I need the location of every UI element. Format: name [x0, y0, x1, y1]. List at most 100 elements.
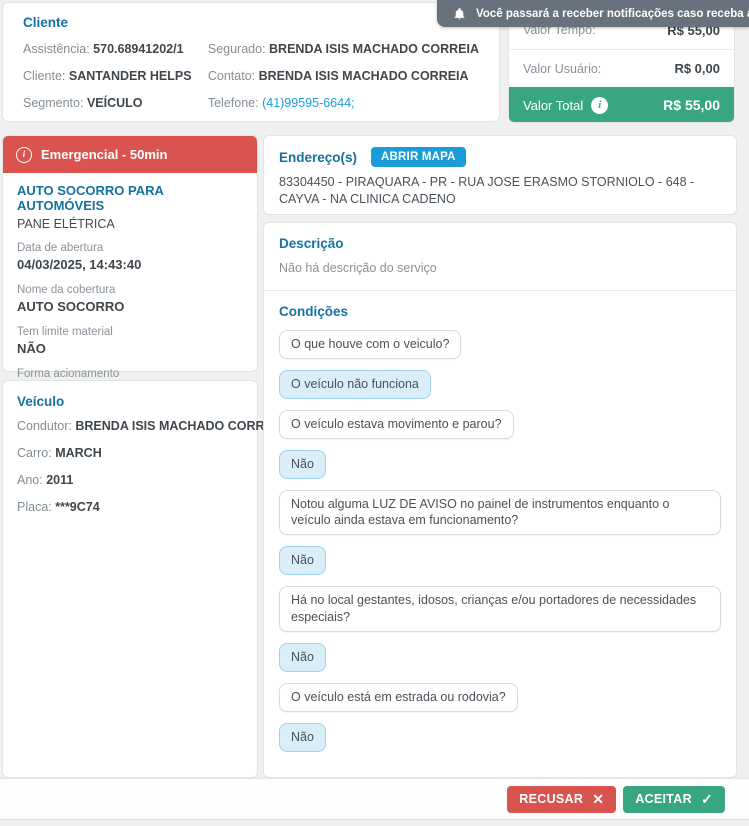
- client-field-label: Segmento:: [23, 96, 87, 110]
- x-icon: ✕: [592, 791, 604, 808]
- client-field-row: Segmento: VEÍCULO: [23, 90, 208, 117]
- condition-answer-chip: O veículo não funciona: [279, 370, 431, 399]
- condition-answer-chip: Não: [279, 450, 326, 479]
- client-field-label: Cliente:: [23, 69, 69, 83]
- client-field-label: Assistência:: [23, 42, 93, 56]
- info-icon: i: [16, 147, 32, 163]
- condition-row: Não: [279, 450, 721, 479]
- info-icon[interactable]: i: [591, 97, 608, 114]
- vehicle-field-label: Ano:: [17, 473, 46, 487]
- vehicle-card-title: Veículo: [17, 394, 243, 409]
- client-field-label: Segurado:: [208, 42, 269, 56]
- client-field-value: BRENDA ISIS MACHADO CORREIA: [269, 42, 479, 56]
- notification-toast: Você passará a receber notificações caso…: [437, 0, 749, 27]
- client-field-label: Telefone:: [208, 96, 262, 110]
- condition-answer-chip: Não: [279, 723, 326, 752]
- valor-usuario-amount: R$ 0,00: [674, 61, 720, 76]
- client-field-row: Assistência: 570.68941202/1: [23, 36, 208, 63]
- client-field-value: SANTANDER HELPS: [69, 69, 192, 83]
- condition-row: O veículo estava movimento e parou?: [279, 410, 721, 439]
- client-fields-left: Assistência: 570.68941202/1Cliente: SANT…: [23, 36, 208, 117]
- address-card-title: Endereço(s): [279, 150, 357, 165]
- valor-total-amount: R$ 55,00: [663, 97, 720, 113]
- condition-row: Não: [279, 546, 721, 575]
- description-title: Descrição: [279, 236, 721, 251]
- condition-question-chip: O que houve com o veiculo?: [279, 330, 461, 359]
- client-field-row: Telefone: (41)99595-6644;: [208, 90, 479, 117]
- service-urgency-header: i Emergencial - 50min: [3, 136, 257, 173]
- valor-usuario-row: Valor Usuário: R$ 0,00: [509, 49, 734, 87]
- vehicle-fields: Condutor: BRENDA ISIS MACHADO CORREIACar…: [17, 413, 243, 521]
- description-text: Não há descrição do serviço: [279, 261, 721, 275]
- service-urgency-label: Emergencial - 50min: [41, 147, 167, 162]
- decline-button-label: RECUSAR: [519, 792, 583, 806]
- client-card-title: Cliente: [23, 15, 479, 30]
- service-field: Nome da coberturaAUTO SOCORRO: [17, 283, 243, 315]
- vehicle-field-label: Placa:: [17, 500, 55, 514]
- condition-row: Não: [279, 723, 721, 752]
- conditions-list: O que houve com o veiculo? O veículo não …: [279, 330, 721, 752]
- action-bar: RECUSAR ✕ ACEITAR ✓: [0, 778, 749, 820]
- vehicle-field-row: Ano: 2011: [17, 467, 243, 494]
- conditions-title: Condições: [279, 304, 721, 319]
- condition-question-chip: Há no local gestantes, idosos, crianças …: [279, 586, 721, 632]
- service-type: PANE ELÉTRICA: [17, 217, 243, 231]
- vehicle-card: Veículo Condutor: BRENDA ISIS MACHADO CO…: [2, 380, 258, 778]
- service-field-value: 04/03/2025, 14:43:40: [17, 256, 243, 273]
- client-field-value: 570.68941202/1: [93, 42, 183, 56]
- condition-answer-chip: Não: [279, 643, 326, 672]
- condition-answer-chip: Não: [279, 546, 326, 575]
- condition-question-chip: Notou alguma LUZ DE AVISO no painel de i…: [279, 490, 721, 536]
- service-field: Data de abertura04/03/2025, 14:43:40: [17, 241, 243, 273]
- client-card: Cliente Assistência: 570.68941202/1Clien…: [2, 2, 500, 122]
- service-field-label: Data de abertura: [17, 241, 243, 256]
- client-field-row: Contato: BRENDA ISIS MACHADO CORREIA: [208, 63, 479, 90]
- vehicle-field-value: BRENDA ISIS MACHADO CORREIA: [75, 419, 285, 433]
- description-section: Descrição Não há descrição do serviço: [264, 223, 736, 291]
- client-field-row: Segurado: BRENDA ISIS MACHADO CORREIA: [208, 36, 479, 63]
- vehicle-field-row: Placa: ***9C74: [17, 494, 243, 521]
- open-map-button[interactable]: ABRIR MAPA: [371, 147, 466, 167]
- condition-row: O que houve com o veiculo?: [279, 330, 721, 359]
- conditions-section: Condições O que houve com o veiculo? O ve…: [264, 291, 736, 776]
- valor-total-label: Valor Total: [523, 98, 583, 113]
- condition-row: O veículo está em estrada ou rodovia?: [279, 683, 721, 712]
- address-card: Endereço(s) ABRIR MAPA 83304450 - PIRAQU…: [263, 135, 737, 215]
- condition-row: Notou alguma LUZ DE AVISO no painel de i…: [279, 490, 721, 536]
- service-fields: Data de abertura04/03/2025, 14:43:40 Nome…: [17, 241, 243, 399]
- vehicle-field-value: 2011: [46, 473, 73, 487]
- valor-total-bar: Valor Total i R$ 55,00: [509, 87, 734, 123]
- service-field-label: Tem limite material: [17, 325, 243, 340]
- service-name: AUTO SOCORRO PARA AUTOMÓVEIS: [17, 183, 243, 213]
- vehicle-field-row: Carro: MARCH: [17, 440, 243, 467]
- client-field-value: VEÍCULO: [87, 96, 143, 110]
- client-field-label: Contato:: [208, 69, 259, 83]
- service-field-value: NÃO: [17, 340, 243, 357]
- service-field: Tem limite materialNÃO: [17, 325, 243, 357]
- vehicle-field-label: Condutor:: [17, 419, 75, 433]
- condition-row: O veículo não funciona: [279, 370, 721, 399]
- vehicle-field-value: MARCH: [55, 446, 102, 460]
- decline-button[interactable]: RECUSAR ✕: [507, 786, 616, 813]
- accept-button-label: ACEITAR: [635, 792, 692, 806]
- phone-link[interactable]: (41)99595-6644;: [262, 96, 354, 110]
- client-fields-right: Segurado: BRENDA ISIS MACHADO CORREIACon…: [208, 36, 479, 117]
- service-details-card: Descrição Não há descrição do serviço Co…: [263, 222, 737, 778]
- client-field-row: Cliente: SANTANDER HELPS: [23, 63, 208, 90]
- condition-row: Há no local gestantes, idosos, crianças …: [279, 586, 721, 632]
- address-text: 83304450 - PIRAQUARA - PR - RUA JOSE ERA…: [279, 174, 709, 208]
- condition-question-chip: O veículo estava movimento e parou?: [279, 410, 514, 439]
- condition-question-chip: O veículo está em estrada ou rodovia?: [279, 683, 518, 712]
- condition-row: Não: [279, 643, 721, 672]
- accept-button[interactable]: ACEITAR ✓: [623, 786, 725, 813]
- vehicle-field-row: Condutor: BRENDA ISIS MACHADO CORREIA: [17, 413, 243, 440]
- bell-icon: [453, 7, 466, 20]
- client-field-value: BRENDA ISIS MACHADO CORREIA: [259, 69, 469, 83]
- check-icon: ✓: [701, 791, 713, 808]
- vehicle-field-label: Carro:: [17, 446, 55, 460]
- toast-message: Você passará a receber notificações caso…: [476, 8, 749, 20]
- valor-usuario-label: Valor Usuário:: [523, 62, 601, 76]
- service-field-label: Nome da cobertura: [17, 283, 243, 298]
- service-card: i Emergencial - 50min AUTO SOCORRO PARA …: [2, 135, 258, 372]
- service-field-value: AUTO SOCORRO: [17, 298, 243, 315]
